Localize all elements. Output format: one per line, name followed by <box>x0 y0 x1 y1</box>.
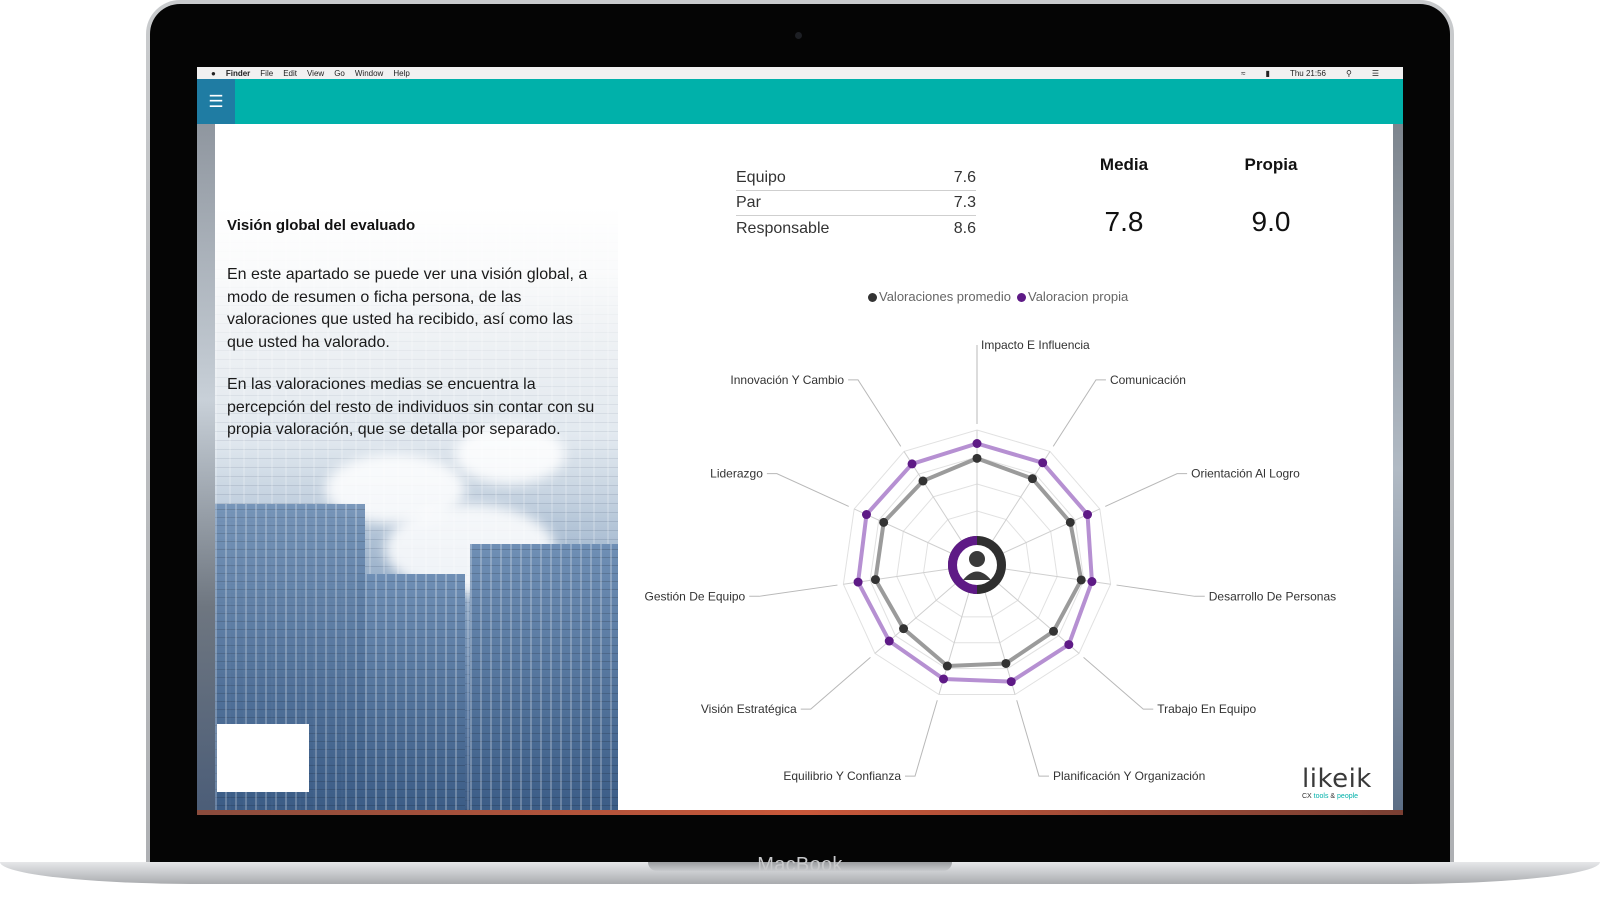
radar-label-leader <box>1016 700 1049 777</box>
radar-data-point <box>879 517 889 527</box>
radar-data-point <box>1001 658 1011 668</box>
radar-data-point <box>939 674 949 684</box>
radar-axis-label: Orientación Al Logro <box>1191 467 1300 481</box>
radar-data-point <box>918 476 928 486</box>
radar-axis-label: Visión Estratégica <box>701 702 797 716</box>
radar-label-leader <box>800 656 871 710</box>
radar-data-point <box>942 661 952 671</box>
radar-axis-label: Desarrollo De Personas <box>1209 589 1336 603</box>
radar-data-point <box>1006 677 1016 687</box>
radar-axis-label: Trabajo En Equipo <box>1157 702 1256 716</box>
radar-data-point <box>1038 458 1048 468</box>
radar-data-point <box>1083 510 1093 520</box>
radar-data-point <box>1049 626 1059 636</box>
likeik-logo: likeik CX tools & people <box>1302 766 1382 800</box>
logo-tagline: CX tools & people <box>1302 793 1359 800</box>
radar-label-leader <box>1052 379 1106 447</box>
radar-label-leader <box>766 473 849 507</box>
radar-axis-label: Innovación Y Cambio <box>730 373 844 387</box>
radar-data-point <box>1087 577 1097 587</box>
radar-data-point <box>907 459 917 469</box>
radar-axis-label: Comunicación <box>1110 373 1186 387</box>
radar-data-point <box>972 453 982 463</box>
radar-data-point <box>884 636 894 646</box>
radar-label-leader <box>1116 584 1205 597</box>
avatar-head-icon <box>969 551 985 567</box>
radar-data-point <box>899 624 909 634</box>
radar-axis-label: Gestión De Equipo <box>645 589 746 603</box>
radar-label-leader <box>905 700 938 777</box>
radar-label-leader <box>1105 473 1188 507</box>
radar-data-point <box>861 510 871 520</box>
radar-data-point <box>1065 517 1075 527</box>
radar-data-point <box>1076 575 1086 585</box>
radar-label-leader <box>1083 656 1154 710</box>
radar-data-point <box>1027 474 1037 484</box>
radar-data-point <box>972 439 982 448</box>
radar-label-leader <box>848 379 902 447</box>
radar-data-point <box>1064 640 1074 650</box>
logo-word: likeik <box>1302 764 1372 794</box>
radar-data-point <box>853 577 863 587</box>
radar-label-leader <box>749 584 838 597</box>
radar-axis-label: Impacto E Influencia <box>981 338 1090 352</box>
radar-data-point <box>870 575 880 585</box>
radar-axis-label: Equilibrio Y Confianza <box>783 769 901 783</box>
radar-axis-label: Planificación Y Organización <box>1053 769 1205 783</box>
radar-axis-label: Liderazgo <box>710 467 763 481</box>
